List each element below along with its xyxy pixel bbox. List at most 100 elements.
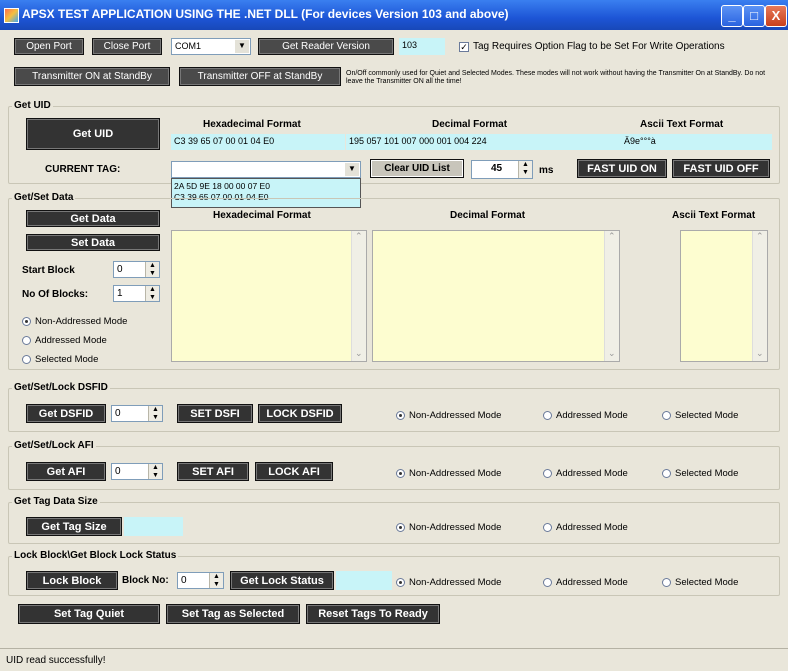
data-ascii-textarea[interactable] bbox=[680, 230, 768, 362]
spinner-icon[interactable]: ▲ ▼ bbox=[145, 286, 159, 301]
get-uid-button[interactable]: Get UID bbox=[26, 118, 160, 150]
block-no-label: Block No: bbox=[122, 575, 169, 586]
clear-uid-list-button[interactable]: Clear UID List bbox=[370, 159, 464, 178]
lock-mode-selected[interactable]: Selected Mode bbox=[662, 577, 738, 588]
scrollbar[interactable] bbox=[351, 231, 366, 361]
lock-afi-button[interactable]: LOCK AFI bbox=[255, 462, 333, 481]
chevron-down-icon[interactable]: ▼ bbox=[235, 40, 249, 53]
port-select[interactable]: COM1 ▼ bbox=[171, 38, 251, 55]
get-lock-status-button[interactable]: Get Lock Status bbox=[230, 571, 334, 590]
uid-hex-field[interactable]: C3 39 65 07 00 01 04 E0 bbox=[171, 134, 345, 150]
transmitter-off-button[interactable]: Transmitter OFF at StandBy bbox=[179, 67, 341, 86]
radio-icon bbox=[662, 411, 671, 420]
status-divider bbox=[0, 648, 788, 649]
radio-label: Addressed Mode bbox=[35, 335, 107, 346]
uid-ascii-field[interactable]: Ä9e°°°à bbox=[594, 134, 772, 150]
radio-label: Addressed Mode bbox=[556, 410, 628, 421]
data-group-title: Get/Set Data bbox=[12, 192, 76, 203]
afi-mode-addressed[interactable]: Addressed Mode bbox=[543, 468, 628, 479]
uid-hex-header: Hexadecimal Format bbox=[203, 119, 301, 130]
transmitter-on-button[interactable]: Transmitter ON at StandBy bbox=[14, 67, 170, 86]
afi-mode-selected[interactable]: Selected Mode bbox=[662, 468, 738, 479]
window-title: APSX TEST APPLICATION USING THE .NET DLL… bbox=[22, 7, 509, 21]
transmitter-note: On/Off commonly used for Quiet and Selec… bbox=[346, 70, 766, 85]
lock-mode-non-addressed[interactable]: Non-Addressed Mode bbox=[396, 577, 501, 588]
lock-block-button[interactable]: Lock Block bbox=[26, 571, 118, 590]
chevron-down-icon[interactable]: ▼ bbox=[345, 163, 359, 176]
dsfid-mode-selected[interactable]: Selected Mode bbox=[662, 410, 738, 421]
lock-status-field[interactable] bbox=[336, 571, 392, 590]
afi-title: Get/Set/Lock AFI bbox=[12, 440, 96, 451]
uid-dec-header: Decimal Format bbox=[432, 119, 508, 130]
reset-tags-button[interactable]: Reset Tags To Ready bbox=[306, 604, 440, 624]
size-mode-addressed[interactable]: Addressed Mode bbox=[543, 522, 628, 533]
data-hex-textarea[interactable] bbox=[171, 230, 367, 362]
afi-mode-non-addressed[interactable]: Non-Addressed Mode bbox=[396, 468, 501, 479]
lock-title: Lock Block\Get Block Lock Status bbox=[12, 550, 179, 561]
radio-label: Addressed Mode bbox=[556, 522, 628, 533]
close-icon[interactable]: X bbox=[765, 5, 787, 27]
get-tag-size-button[interactable]: Get Tag Size bbox=[26, 517, 122, 536]
get-afi-button[interactable]: Get AFI bbox=[26, 462, 106, 481]
set-tag-quiet-button[interactable]: Set Tag Quiet bbox=[18, 604, 160, 624]
dsfid-mode-addressed[interactable]: Addressed Mode bbox=[543, 410, 628, 421]
app-icon bbox=[4, 8, 19, 23]
radio-icon bbox=[543, 578, 552, 587]
uid-ascii-header: Ascii Text Format bbox=[640, 119, 724, 130]
tag-size-field[interactable] bbox=[124, 517, 183, 536]
data-ascii-header: Ascii Text Format bbox=[672, 210, 756, 221]
lock-dsfid-button[interactable]: LOCK DSFID bbox=[258, 404, 342, 423]
fast-uid-off-button[interactable]: FAST UID OFF bbox=[672, 159, 770, 178]
close-port-button[interactable]: Close Port bbox=[92, 38, 162, 55]
maximize-icon[interactable]: □ bbox=[743, 5, 765, 27]
fast-uid-on-button[interactable]: FAST UID ON bbox=[577, 159, 667, 178]
radio-icon bbox=[543, 523, 552, 532]
lock-mode-addressed[interactable]: Addressed Mode bbox=[543, 577, 628, 588]
get-dsfid-button[interactable]: Get DSFID bbox=[26, 404, 106, 423]
dsfid-stepper[interactable]: 0 ▲ ▼ bbox=[111, 405, 163, 422]
spinner-icon[interactable]: ▲ ▼ bbox=[148, 464, 162, 479]
interval-unit: ms bbox=[539, 165, 554, 176]
radio-icon bbox=[22, 355, 31, 364]
set-dsfid-button[interactable]: SET DSFI bbox=[177, 404, 253, 423]
tag-option[interactable]: 2A 5D 9E 18 00 00 07 E0 bbox=[174, 181, 358, 192]
data-mode-addressed[interactable]: Addressed Mode bbox=[22, 335, 107, 346]
uid-dec-field[interactable]: 195 057 101 007 000 001 004 224 bbox=[346, 134, 594, 150]
data-dec-textarea[interactable] bbox=[372, 230, 620, 362]
scrollbar[interactable] bbox=[604, 231, 619, 361]
num-blocks-value: 1 bbox=[117, 288, 123, 299]
start-block-stepper[interactable]: 0 ▲ ▼ bbox=[113, 261, 160, 278]
get-reader-version-button[interactable]: Get Reader Version bbox=[258, 38, 394, 55]
radio-icon bbox=[396, 469, 405, 478]
interval-stepper[interactable]: 45 ▲ ▼ bbox=[471, 160, 533, 179]
get-data-button[interactable]: Get Data bbox=[26, 210, 160, 227]
set-data-button[interactable]: Set Data bbox=[26, 234, 160, 251]
reader-version-field[interactable]: 103 bbox=[399, 38, 445, 55]
start-block-value: 0 bbox=[117, 264, 123, 275]
scrollbar[interactable] bbox=[752, 231, 767, 361]
data-mode-non-addressed[interactable]: Non-Addressed Mode bbox=[22, 316, 127, 327]
spinner-icon[interactable]: ▲ ▼ bbox=[148, 406, 162, 421]
spinner-icon[interactable]: ▲ ▼ bbox=[209, 573, 223, 588]
spinner-icon[interactable]: ▲ ▼ bbox=[518, 161, 532, 178]
set-afi-button[interactable]: SET AFI bbox=[177, 462, 249, 481]
option-flag-checkbox[interactable]: ✓ bbox=[459, 42, 469, 52]
num-blocks-stepper[interactable]: 1 ▲ ▼ bbox=[113, 285, 160, 302]
radio-icon bbox=[396, 411, 405, 420]
radio-icon bbox=[22, 336, 31, 345]
set-tag-selected-button[interactable]: Set Tag as Selected bbox=[166, 604, 300, 624]
radio-icon bbox=[396, 523, 405, 532]
port-value: COM1 bbox=[175, 41, 202, 51]
radio-label: Non-Addressed Mode bbox=[409, 577, 502, 588]
radio-label: Addressed Mode bbox=[556, 468, 628, 479]
spinner-icon[interactable]: ▲ ▼ bbox=[145, 262, 159, 277]
dsfid-mode-non-addressed[interactable]: Non-Addressed Mode bbox=[396, 410, 501, 421]
minimize-icon[interactable]: _ bbox=[721, 5, 743, 27]
current-tag-select[interactable]: ▼ bbox=[171, 161, 361, 178]
block-no-stepper[interactable]: 0 ▲ ▼ bbox=[177, 572, 224, 589]
afi-stepper[interactable]: 0 ▲ ▼ bbox=[111, 463, 163, 480]
open-port-button[interactable]: Open Port bbox=[14, 38, 84, 55]
data-mode-selected[interactable]: Selected Mode bbox=[22, 354, 98, 365]
status-text: UID read successfully! bbox=[6, 655, 106, 666]
size-mode-non-addressed[interactable]: Non-Addressed Mode bbox=[396, 522, 501, 533]
